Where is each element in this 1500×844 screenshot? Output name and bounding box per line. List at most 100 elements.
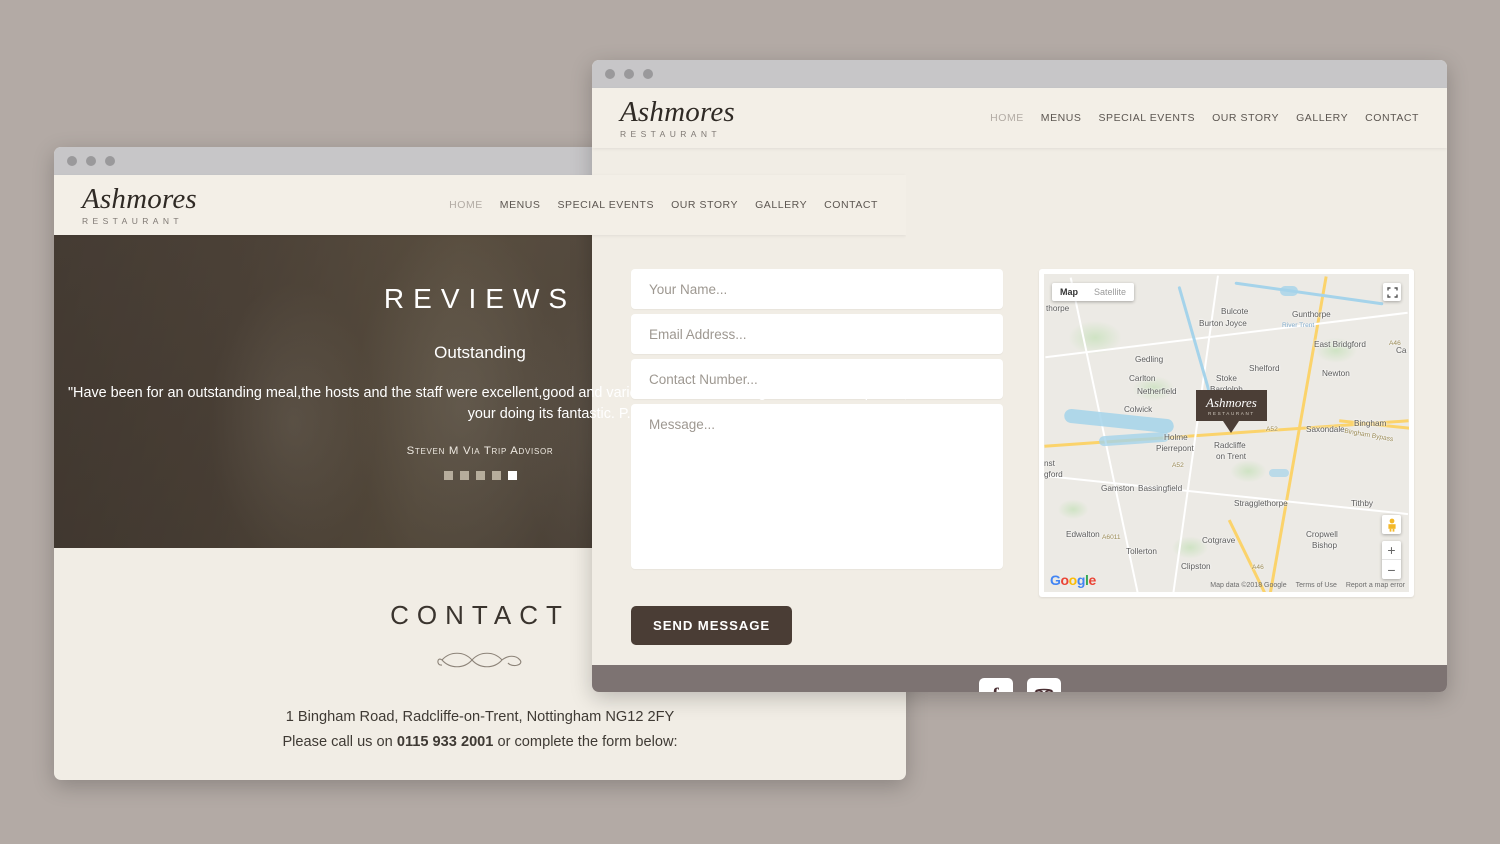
front-nav-item-home[interactable]: HOME [990, 112, 1024, 124]
front-brand-subtitle: RESTAURANT [620, 128, 721, 139]
tripadvisor-owl-glyph [1033, 688, 1054, 692]
front-window-close-dot[interactable] [605, 69, 615, 79]
review-carousel-dots[interactable] [54, 471, 906, 480]
contact-address: 1 Bingham Road, Radcliffe-on-Trent, Nott… [285, 709, 675, 725]
map-water-body-3 [1269, 469, 1289, 477]
tripadvisor-icon[interactable] [1026, 678, 1061, 692]
facebook-icon[interactable]: f [978, 678, 1013, 693]
carousel-dot-3[interactable] [475, 471, 485, 480]
front-nav-item-menus[interactable]: MENUS [1041, 112, 1082, 124]
map-label-shelford: Shelford [1249, 364, 1280, 373]
map-label-saxondale: Saxondale [1306, 425, 1345, 434]
front-window-minimize-dot[interactable] [624, 69, 634, 79]
map-label-gedling: Gedling [1135, 355, 1164, 364]
map-label-newton: Newton [1322, 369, 1350, 378]
nav-item-contact[interactable]: CONTACT [824, 199, 878, 211]
map-data-credit: Map data ©2018 Google [1210, 582, 1287, 589]
marker-brand-name: Ashmores [1206, 395, 1257, 410]
map-label-bulcote: Bulcote [1221, 307, 1249, 316]
map-water-body-4 [1280, 286, 1298, 296]
map-label-tollerton: Tollerton [1126, 547, 1157, 556]
back-site-header: Ashmores RESTAURANT HOME MENUS SPECIAL E… [54, 175, 906, 235]
review-attribution: Steven M Via Trip Advisor [406, 445, 554, 457]
front-nav-item-contact[interactable]: CONTACT [1365, 112, 1419, 124]
contact-phone-number[interactable]: 0115 933 2001 [397, 734, 494, 750]
terms-of-use-link[interactable]: Terms of Use [1296, 582, 1337, 589]
map-label-carlton: Carlton [1129, 374, 1156, 383]
front-nav-item-our-story[interactable]: OUR STORY [1212, 112, 1279, 124]
review-quote: "Have been for an outstanding meal,the h… [67, 385, 906, 422]
pegman-streetview-icon[interactable] [1382, 515, 1401, 534]
call-suffix-text: or complete the form below: [493, 734, 678, 750]
nav-item-home[interactable]: HOME [449, 199, 483, 211]
flourish-divider-icon [437, 652, 522, 668]
facebook-glyph: f [992, 686, 998, 693]
map-road-label-a6011: A6011 [1102, 534, 1121, 541]
map-road-label-a46-south: A46 [1252, 564, 1264, 571]
back-main-nav[interactable]: HOME MENUS SPECIAL EVENTS OUR STORY GALL… [449, 199, 878, 211]
front-site-header: Ashmores RESTAURANT HOME MENUS SPECIAL E… [592, 88, 1447, 148]
ashmores-map-marker[interactable]: Ashmores RESTAURANT [1196, 390, 1267, 433]
map-label-nst: nst [1044, 459, 1055, 468]
front-main-nav[interactable]: HOME MENUS SPECIAL EVENTS OUR STORY GALL… [990, 112, 1419, 124]
map-type-map-button[interactable]: Map [1052, 283, 1086, 301]
map-type-satellite-button[interactable]: Satellite [1086, 283, 1134, 301]
front-nav-item-special-events[interactable]: SPECIAL EVENTS [1098, 112, 1195, 124]
contact-phone-line: Please call us on 0115 933 2001 or compl… [54, 734, 906, 750]
nav-item-gallery[interactable]: GALLERY [755, 199, 807, 211]
map-label-clipston: Clipston [1181, 562, 1211, 571]
send-message-button[interactable]: SEND MESSAGE [631, 606, 793, 645]
map-label-bassingfield: Bassingfield [1138, 484, 1183, 493]
front-brand-name: Ashmores [620, 95, 735, 128]
zoom-out-button[interactable]: − [1382, 560, 1401, 579]
carousel-dot-5-active[interactable] [507, 471, 517, 480]
back-brand-subtitle: RESTAURANT [82, 215, 183, 226]
window-close-dot[interactable] [67, 156, 77, 166]
back-brand-logo[interactable]: Ashmores RESTAURANT [82, 184, 197, 226]
map-label-bishop: Bishop [1312, 541, 1338, 550]
map-zoom-controls[interactable]: + − [1382, 541, 1401, 579]
map-label-thorpe: thorpe [1046, 304, 1070, 313]
map-label-burton-joyce: Burton Joyce [1199, 319, 1247, 328]
map-label-bingham: Bingham [1354, 419, 1387, 428]
location-map-container[interactable]: Bulcote Burton Joyce Gunthorpe East Brid… [1039, 269, 1414, 597]
front-nav-item-gallery[interactable]: GALLERY [1296, 112, 1348, 124]
fullscreen-icon[interactable] [1383, 283, 1401, 301]
google-map[interactable]: Bulcote Burton Joyce Gunthorpe East Brid… [1044, 274, 1409, 592]
map-attribution: Map data ©2018 Google Terms of Use Repor… [1210, 582, 1405, 589]
map-label-cropwell: Cropwell [1306, 530, 1338, 539]
map-label-radcliffe: Radcliffe [1214, 441, 1246, 450]
carousel-dot-1[interactable] [443, 471, 453, 480]
site-footer: f [592, 665, 1447, 692]
screenshot-stage: Ashmores RESTAURANT HOME MENUS SPECIAL E… [0, 0, 1500, 844]
nav-item-special-events[interactable]: SPECIAL EVENTS [557, 199, 654, 211]
carousel-dot-4[interactable] [491, 471, 501, 480]
map-label-ca: Ca [1396, 346, 1407, 355]
map-label-east-bridgford: East Bridgford [1314, 340, 1366, 349]
map-label-gamston: Gamston [1101, 484, 1135, 493]
map-label-on-trent: on Trent [1216, 452, 1247, 461]
map-label-gunthorpe: Gunthorpe [1292, 310, 1331, 319]
nav-item-our-story[interactable]: OUR STORY [671, 199, 738, 211]
front-window-maximize-dot[interactable] [643, 69, 653, 79]
map-road-label-a52-west: A52 [1172, 462, 1184, 469]
map-road-label-a52-east: A52 [1266, 426, 1278, 433]
map-road-label-a46-north: A46 [1389, 340, 1401, 347]
marker-pointer-icon [1223, 421, 1240, 433]
report-map-error-link[interactable]: Report a map error [1346, 582, 1405, 589]
map-label-edwalton: Edwalton [1066, 530, 1100, 539]
reviews-hero-section: REVIEWS Outstanding "Have been for an ou… [54, 235, 906, 548]
map-type-toggle[interactable]: Map Satellite [1052, 283, 1135, 301]
nav-item-menus[interactable]: MENUS [500, 199, 541, 211]
front-brand-logo[interactable]: Ashmores RESTAURANT [620, 95, 735, 139]
zoom-in-button[interactable]: + [1382, 541, 1401, 560]
map-label-netherfield: Netherfield [1137, 387, 1177, 396]
window-minimize-dot[interactable] [86, 156, 96, 166]
window-maximize-dot[interactable] [105, 156, 115, 166]
map-road-label-river-trent: River Trent [1282, 322, 1315, 329]
map-label-cotgrave: Cotgrave [1202, 536, 1236, 545]
marker-brand-subtitle: RESTAURANT [1208, 411, 1255, 416]
carousel-dot-2[interactable] [459, 471, 469, 480]
map-label-gford: gford [1044, 470, 1063, 479]
front-window-titlebar[interactable] [592, 60, 1447, 88]
